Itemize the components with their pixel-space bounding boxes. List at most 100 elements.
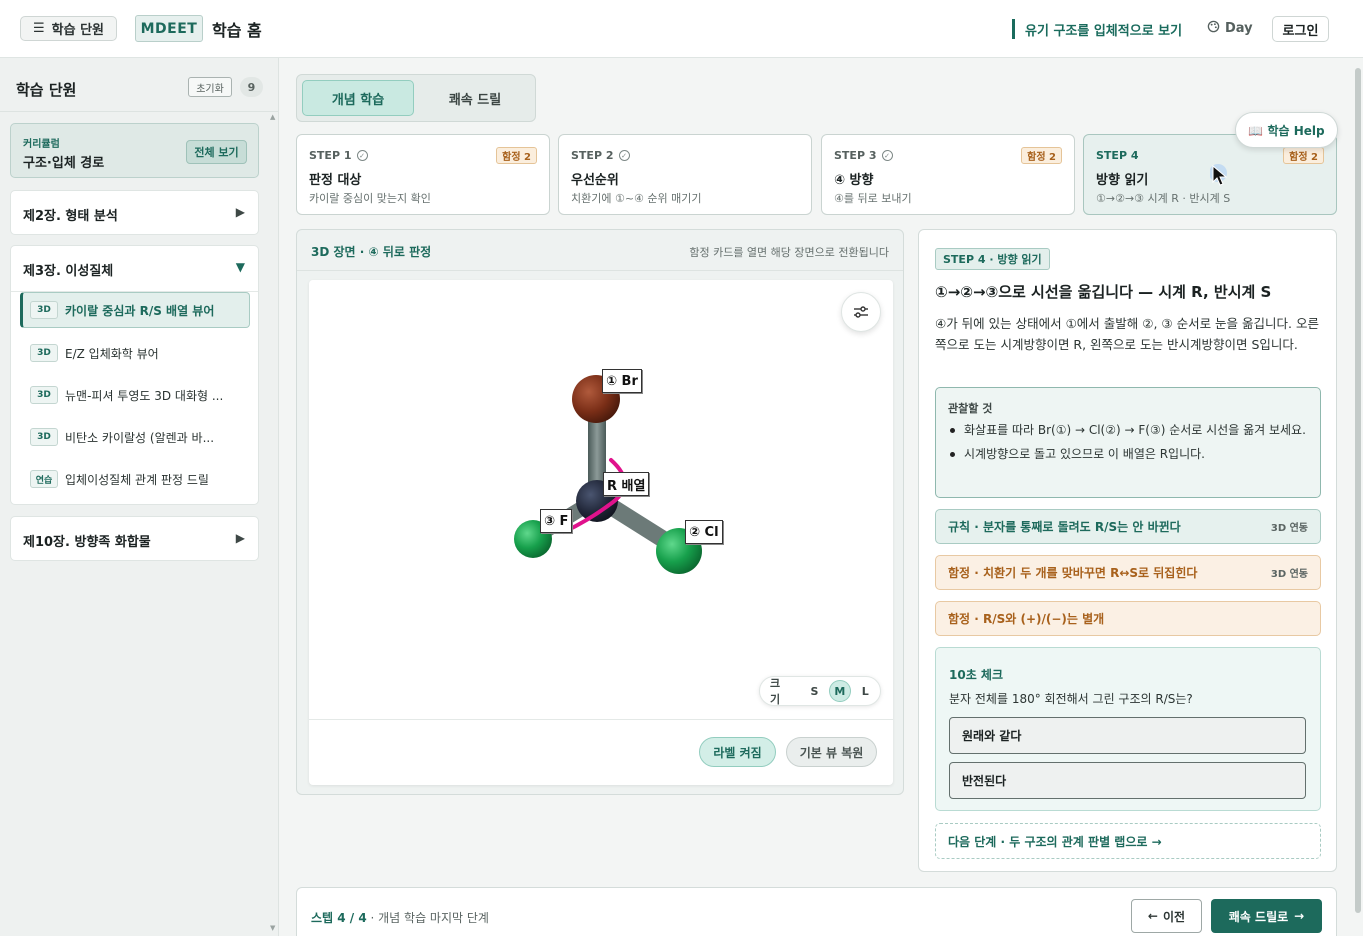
observe-item: 화살표를 따라 Br(①) → Cl(②) → F(③) 순서로 시선을 옮겨 … — [948, 420, 1308, 440]
explanation-body: ④가 뒤에 있는 상태에서 ①에서 출발해 ②, ③ 순서로 눈을 옮깁니다. … — [935, 316, 1319, 352]
lesson-badge: 3D — [30, 428, 58, 446]
size-selector: 크기 S M L — [759, 676, 881, 706]
viewer-settings-button[interactable] — [841, 292, 881, 332]
chapter-title[interactable]: 제3장. 이성질체 — [23, 260, 113, 279]
lesson-label: 뉴맨-피셔 투영도 3D 대화형 ... — [65, 388, 224, 403]
theme-label: Day — [1225, 21, 1253, 36]
lesson-item-stereo-drill[interactable]: 연습 입체이성질체 관계 판정 드릴 — [20, 461, 250, 497]
rule-tag: 3D 연동 — [1270, 569, 1308, 580]
lesson-badge: 3D — [30, 301, 58, 319]
trap-badge: 함정 2 — [496, 147, 537, 164]
tab-concept-learning[interactable]: 개념 학습 — [302, 80, 414, 116]
page-scrollbar[interactable] — [1353, 58, 1363, 936]
observe-heading: 관찰할 것 — [948, 402, 993, 415]
step-number: STEP 2 — [571, 149, 614, 162]
sidebar-scroll-down-icon[interactable]: ▼ — [270, 924, 275, 932]
lesson-badge: 3D — [30, 344, 58, 362]
progress-note: · 개념 학습 마지막 단계 — [366, 911, 489, 925]
expand-arrow-icon: ▶ — [235, 205, 245, 219]
lesson-badge: 3D — [30, 386, 58, 404]
prev-button[interactable]: ← 이전 — [1131, 899, 1202, 933]
explanation-panel: STEP 4 · 방향 읽기 ①→②→③으로 시선을 옮깁니다 — 시계 R, … — [918, 229, 1337, 872]
lesson-label: 비탄소 카이랄성 (알렌과 바... — [65, 430, 215, 445]
step-kicker: STEP 3 ✓ — [834, 149, 893, 162]
lesson-item-ez-viewer[interactable]: 3D E/Z 입체화학 뷰어 — [20, 335, 250, 371]
menu-button[interactable]: ☰ 학습 단원 — [20, 16, 117, 41]
logo[interactable]: MDEET — [135, 15, 203, 42]
progress-count: 스텝 4 / 4 — [311, 911, 367, 925]
view-all-button[interactable]: 전체 보기 — [186, 140, 247, 164]
chapter-2[interactable]: 제2장. 형태 분석 ▶ — [10, 190, 259, 235]
step-subtitle: ①→②→③ 시계 R · 반시계 S — [1096, 192, 1231, 205]
lesson-item-chirality-viewer[interactable]: 3D 카이랄 중심과 R/S 배열 뷰어 — [20, 292, 250, 328]
help-button[interactable]: 📖 학습 Help — [1235, 112, 1338, 148]
scrollbar-thumb[interactable] — [1355, 68, 1361, 913]
step-card-3[interactable]: STEP 3 ✓ 함정 2 ④ 방향 ④를 뒤로 보내기 — [821, 134, 1075, 215]
explanation-title: ①→②→③으로 시선을 옮깁니다 — 시계 R, 반시계 S — [935, 283, 1272, 301]
prev-label: 이전 — [1162, 909, 1186, 924]
size-label: 크기 — [770, 677, 781, 706]
rule-text: 함정 · R/S와 (+)/(−)는 별개 — [948, 612, 1105, 626]
step-number: STEP 4 — [1096, 149, 1139, 162]
chapter-3: 제3장. 이성질체 ▼ 3D 카이랄 중심과 R/S 배열 뷰어 3D E/Z … — [10, 245, 259, 505]
step-footer: 스텝 4 / 4 · 개념 학습 마지막 단계 ← 이전 쾌속 드릴로 → — [296, 887, 1337, 936]
reset-button[interactable]: 초기화 — [188, 77, 232, 97]
menu-button-label: 학습 단원 — [51, 23, 105, 38]
rule-card-rotation[interactable]: 규칙 · 분자를 통째로 돌려도 R/S는 안 바뀐다 3D 연동 — [935, 509, 1321, 544]
tagline-accent — [1012, 19, 1015, 39]
check-icon: ✓ — [881, 150, 893, 161]
progress-text: 스텝 4 / 4 · 개념 학습 마지막 단계 — [311, 909, 489, 926]
palette-icon — [1207, 20, 1220, 37]
size-option-s[interactable]: S — [804, 680, 825, 702]
step-number: STEP 3 — [834, 149, 877, 162]
theme-toggle[interactable]: Day — [1207, 20, 1253, 37]
rule-text: 함정 · 치환기 두 개를 맞바꾸면 R↔S로 뒤집힌다 — [948, 566, 1198, 580]
step-subtitle: 치환기에 ①~④ 순위 매기기 — [571, 192, 702, 205]
chapter-title: 제10장. 방향족 화합물 — [23, 535, 151, 550]
quiz-option-inverted[interactable]: 반전된다 — [949, 762, 1306, 799]
viewer-title: 3D 장면 · ④ 뒤로 판정 — [311, 245, 432, 259]
sliders-icon — [854, 306, 868, 318]
step-card-2[interactable]: STEP 2 ✓ 우선순위 치환기에 ①~④ 순위 매기기 — [558, 134, 812, 215]
step-card-1[interactable]: STEP 1 ✓ 함정 2 판정 대상 카이랄 중심이 맞는지 확인 — [296, 134, 550, 215]
lesson-badge: 연습 — [30, 470, 58, 488]
collapse-arrow-icon[interactable]: ▼ — [236, 260, 245, 274]
reset-view-button[interactable]: 기본 뷰 복원 — [786, 737, 877, 767]
quick-check-box: 10초 체크 분자 전체를 180° 회전해서 그린 구조의 R/S는? 원래와… — [935, 647, 1321, 811]
step-title: 판정 대상 — [309, 173, 362, 188]
sidebar: 학습 단원 초기화 9 커리큘럼 구조·입체 경로 전체 보기 제2장. 형태 … — [0, 58, 279, 936]
page-title[interactable]: 학습 홈 — [212, 17, 262, 41]
trap-card-swap[interactable]: 함정 · 치환기 두 개를 맞바꾸면 R↔S로 뒤집힌다 3D 연동 — [935, 555, 1321, 590]
rule-tag: 3D 연동 — [1270, 523, 1308, 534]
trap-badge: 함정 2 — [1283, 147, 1324, 164]
lesson-label: 카이랄 중심과 R/S 배열 뷰어 — [65, 303, 215, 318]
lesson-item-newman-fischer[interactable]: 3D 뉴맨-피셔 투영도 3D 대화형 ... — [20, 377, 250, 413]
atom-label-br: ① Br — [602, 369, 642, 393]
sidebar-scroll-up-icon[interactable]: ▲ — [270, 113, 275, 121]
label-toggle-button[interactable]: 라벨 켜짐 — [699, 737, 776, 767]
size-option-l[interactable]: L — [855, 680, 876, 702]
step-title: 우선순위 — [571, 173, 619, 188]
tab-speed-drill[interactable]: 쾌속 드릴 — [419, 80, 531, 116]
sidebar-title: 학습 단원 — [16, 81, 77, 99]
lesson-label: E/Z 입체화학 뷰어 — [65, 346, 159, 361]
tagline: 유기 구조를 입체적으로 보기 — [1025, 24, 1183, 39]
molecule-3d-scene[interactable] — [309, 280, 893, 719]
chapter-10[interactable]: 제10장. 방향족 화합물 ▶ — [10, 516, 259, 561]
lesson-item-noncarbon-chirality[interactable]: 3D 비탄소 카이랄성 (알렌과 바... — [20, 419, 250, 455]
next-step-link[interactable]: 다음 단계 · 두 구조의 관계 판별 랩으로 → — [935, 823, 1321, 859]
mouse-cursor-icon — [1209, 164, 1232, 192]
trap-card-optical-rotation[interactable]: 함정 · R/S와 (+)/(−)는 별개 — [935, 601, 1321, 636]
size-option-m[interactable]: M — [829, 680, 851, 702]
next-label: 쾌속 드릴로 — [1228, 909, 1289, 924]
curriculum-kicker: 커리큘럼 — [23, 139, 60, 150]
viewer-hint: 함정 카드를 열면 해당 장면으로 전환됩니다 — [689, 246, 889, 259]
step-number: STEP 1 — [309, 149, 352, 162]
quiz-option-same[interactable]: 원래와 같다 — [949, 717, 1306, 754]
login-button[interactable]: 로그인 — [1272, 16, 1329, 42]
top-bar: ☰ 학습 단원 MDEET 학습 홈 유기 구조를 입체적으로 보기 Day 로… — [0, 0, 1363, 58]
canvas-divider — [309, 719, 893, 720]
molecule-canvas[interactable]: ① Br R 배열 ③ F ② Cl 크기 S M L 라벨 켜짐 기본 뷰 복… — [309, 280, 893, 785]
step-kicker-badge: STEP 4 · 방향 읽기 — [935, 248, 1050, 270]
next-button[interactable]: 쾌속 드릴로 → — [1211, 899, 1322, 933]
